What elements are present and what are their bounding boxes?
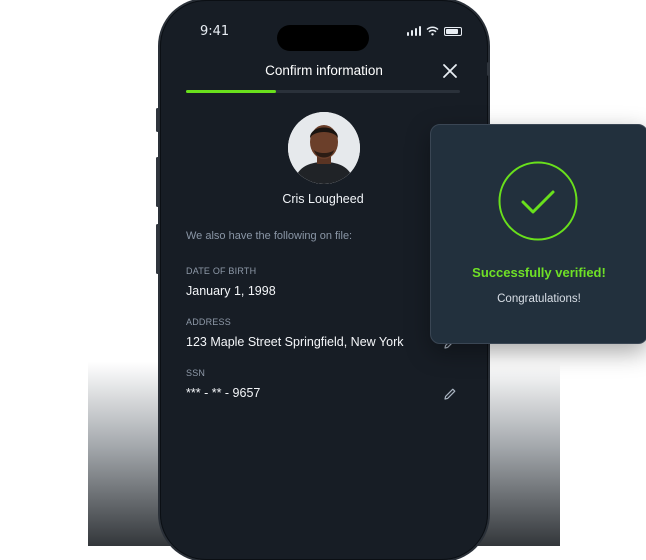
field-label-ssn: SSN — [186, 368, 206, 378]
success-toast: Successfully verified! Congratulations! — [430, 124, 646, 344]
dynamic-island — [277, 25, 369, 51]
progress-bar — [186, 90, 460, 93]
wifi-icon — [426, 26, 439, 36]
field-value-dob: January 1, 1998 — [186, 284, 276, 298]
check-circle-icon — [498, 161, 578, 241]
signal-icon — [407, 26, 421, 36]
battery-icon — [444, 26, 462, 36]
intro-text: We also have the following on file: — [186, 230, 353, 242]
field-value-address: 123 Maple Street Springfield, New York — [186, 335, 404, 349]
close-icon[interactable] — [442, 63, 458, 79]
progress-fill — [186, 90, 277, 93]
edit-icon[interactable] — [443, 387, 457, 401]
side-button — [156, 108, 159, 132]
avatar-photo — [288, 112, 360, 184]
field-label-dob: DATE OF BIRTH — [186, 266, 257, 276]
side-button — [156, 157, 159, 207]
avatar — [288, 112, 360, 184]
status-icons — [407, 26, 462, 36]
field-value-ssn: *** - ** - 9657 — [186, 386, 261, 400]
status-time: 9:41 — [200, 24, 230, 39]
toast-title: Successfully verified! — [472, 265, 606, 280]
field-label-address: ADDRESS — [186, 317, 231, 327]
side-button — [156, 224, 159, 274]
page-title: Confirm information — [265, 63, 383, 78]
toast-subtitle: Congratulations! — [497, 293, 581, 305]
